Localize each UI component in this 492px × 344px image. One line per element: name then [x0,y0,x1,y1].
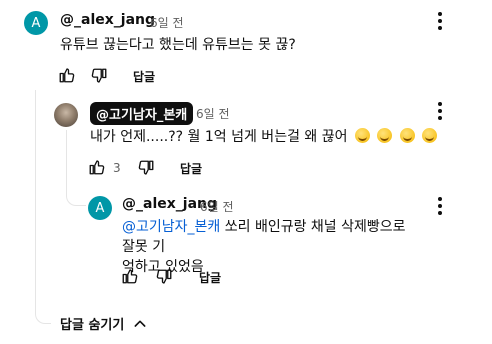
comment-time[interactable]: 6일 전 [196,105,230,122]
more-actions-icon[interactable] [430,99,450,123]
dislike-icon[interactable] [90,67,108,85]
avatar-letter: A [31,15,41,31]
sweat-smile-emoji-icon [422,128,438,143]
comment-text: 내가 언제.....?? 월 1억 넘게 버는걸 왜 끊어 [90,127,438,147]
sweat-smile-emoji-icon [354,128,370,143]
comment-text: 유튜브 끊는다고 했는데 유튜브는 못 끊? [60,37,296,53]
like-icon[interactable] [58,66,76,84]
chevron-up-icon [134,320,146,327]
sweat-smile-emoji-icon [377,128,393,143]
avatar[interactable]: A [88,196,112,220]
comment-time[interactable]: 6일 전 [150,14,184,31]
more-actions-icon[interactable] [430,194,450,218]
avatar[interactable] [54,103,78,127]
dislike-icon[interactable] [155,268,173,286]
like-icon[interactable] [88,158,106,176]
more-actions-icon[interactable] [430,9,450,33]
mention-link[interactable]: @고기남자_본캐 [122,219,220,235]
dislike-icon[interactable] [137,159,155,177]
sweat-smile-emoji-icon [399,128,415,143]
like-count: 3 [113,161,121,175]
comment-time[interactable]: 6일 전 [200,198,234,215]
hide-replies-button[interactable]: 답글 숨기기 [60,314,148,333]
like-icon[interactable] [121,267,139,285]
comment-text-content: 내가 언제.....?? 월 1억 넘게 버는걸 왜 끊어 [90,129,348,145]
hide-replies-label: 답글 숨기기 [60,318,125,333]
reply-button[interactable]: 답글 [133,68,155,85]
comment-author[interactable]: @고기남자_본캐 [90,102,194,125]
comment-author[interactable]: @_alex_jang [60,12,155,28]
avatar-letter: A [95,200,105,216]
reply-button[interactable]: 답글 [180,160,202,177]
thread-line [66,130,86,206]
reply-button[interactable]: 답글 [199,269,221,286]
avatar[interactable]: A [24,11,48,35]
thread-line [35,90,51,324]
